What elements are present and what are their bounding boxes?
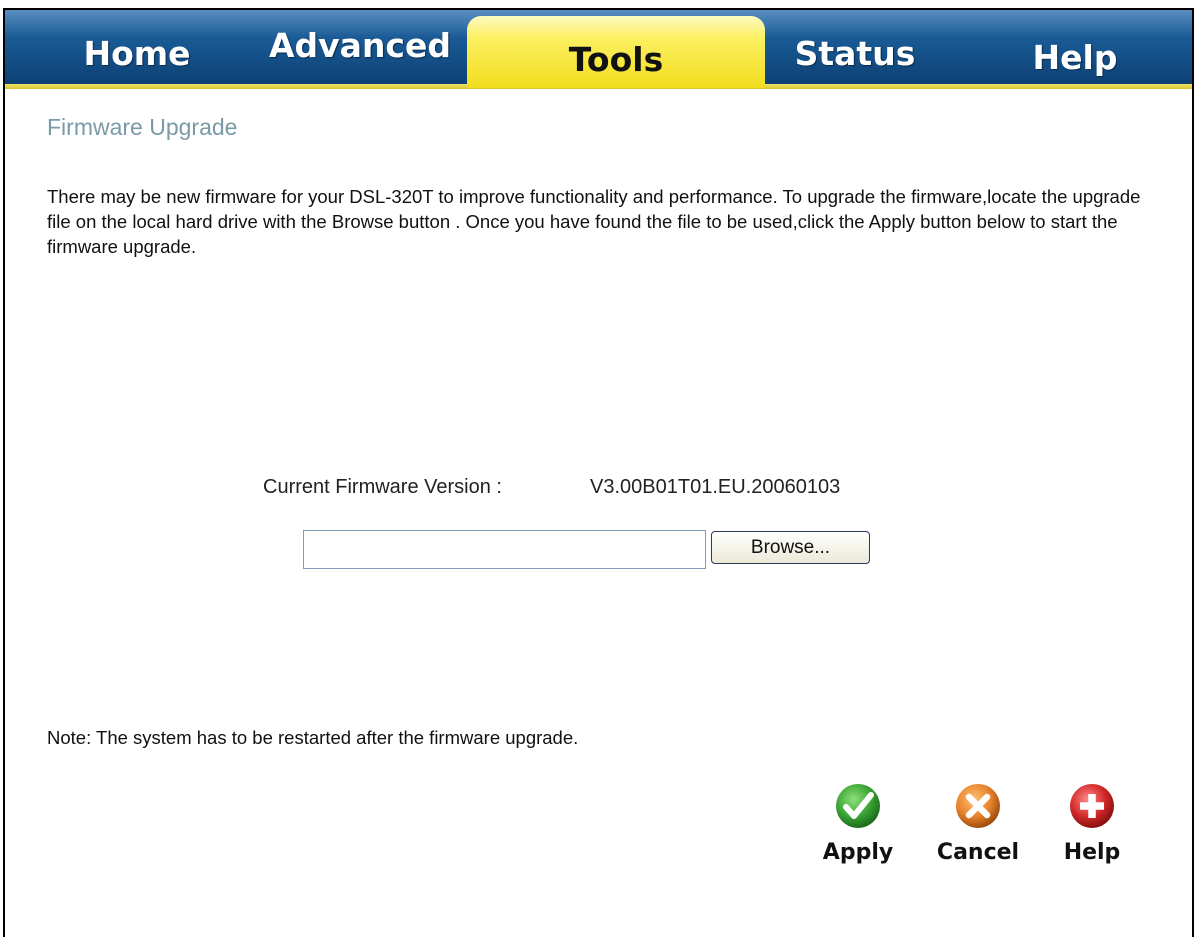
cancel-button[interactable]: Cancel [923, 782, 1033, 865]
intro-text: There may be new firmware for your DSL-3… [47, 186, 1141, 257]
firmware-file-input[interactable] [303, 530, 706, 569]
tab-help[interactable]: Help [1000, 38, 1150, 77]
x-icon [956, 784, 1000, 828]
help-label: Help [1063, 840, 1121, 865]
checkmark-icon [836, 784, 880, 828]
firmware-version-label: Current Firmware Version : [263, 476, 502, 498]
browse-button[interactable]: Browse... [711, 531, 870, 564]
tab-bar: Home Advanced Tools Status Help [5, 10, 1192, 89]
page-title: Firmware Upgrade [47, 114, 238, 140]
plus-icon [1070, 784, 1114, 828]
apply-label: Apply [822, 840, 894, 865]
apply-button[interactable]: Apply [803, 782, 913, 865]
tab-tools[interactable]: Tools [467, 16, 765, 88]
help-button[interactable]: Help [1037, 782, 1147, 865]
tab-home[interactable]: Home [77, 34, 197, 73]
tab-status[interactable]: Status [780, 34, 930, 73]
cancel-label: Cancel [936, 840, 1020, 865]
router-config-frame: Home Advanced Tools Status Help Firmware… [3, 8, 1194, 937]
restart-note: Note: The system has to be restarted aft… [47, 727, 579, 748]
tab-advanced[interactable]: Advanced [260, 26, 460, 65]
firmware-version-value: V3.00B01T01.EU.20060103 [590, 476, 841, 498]
